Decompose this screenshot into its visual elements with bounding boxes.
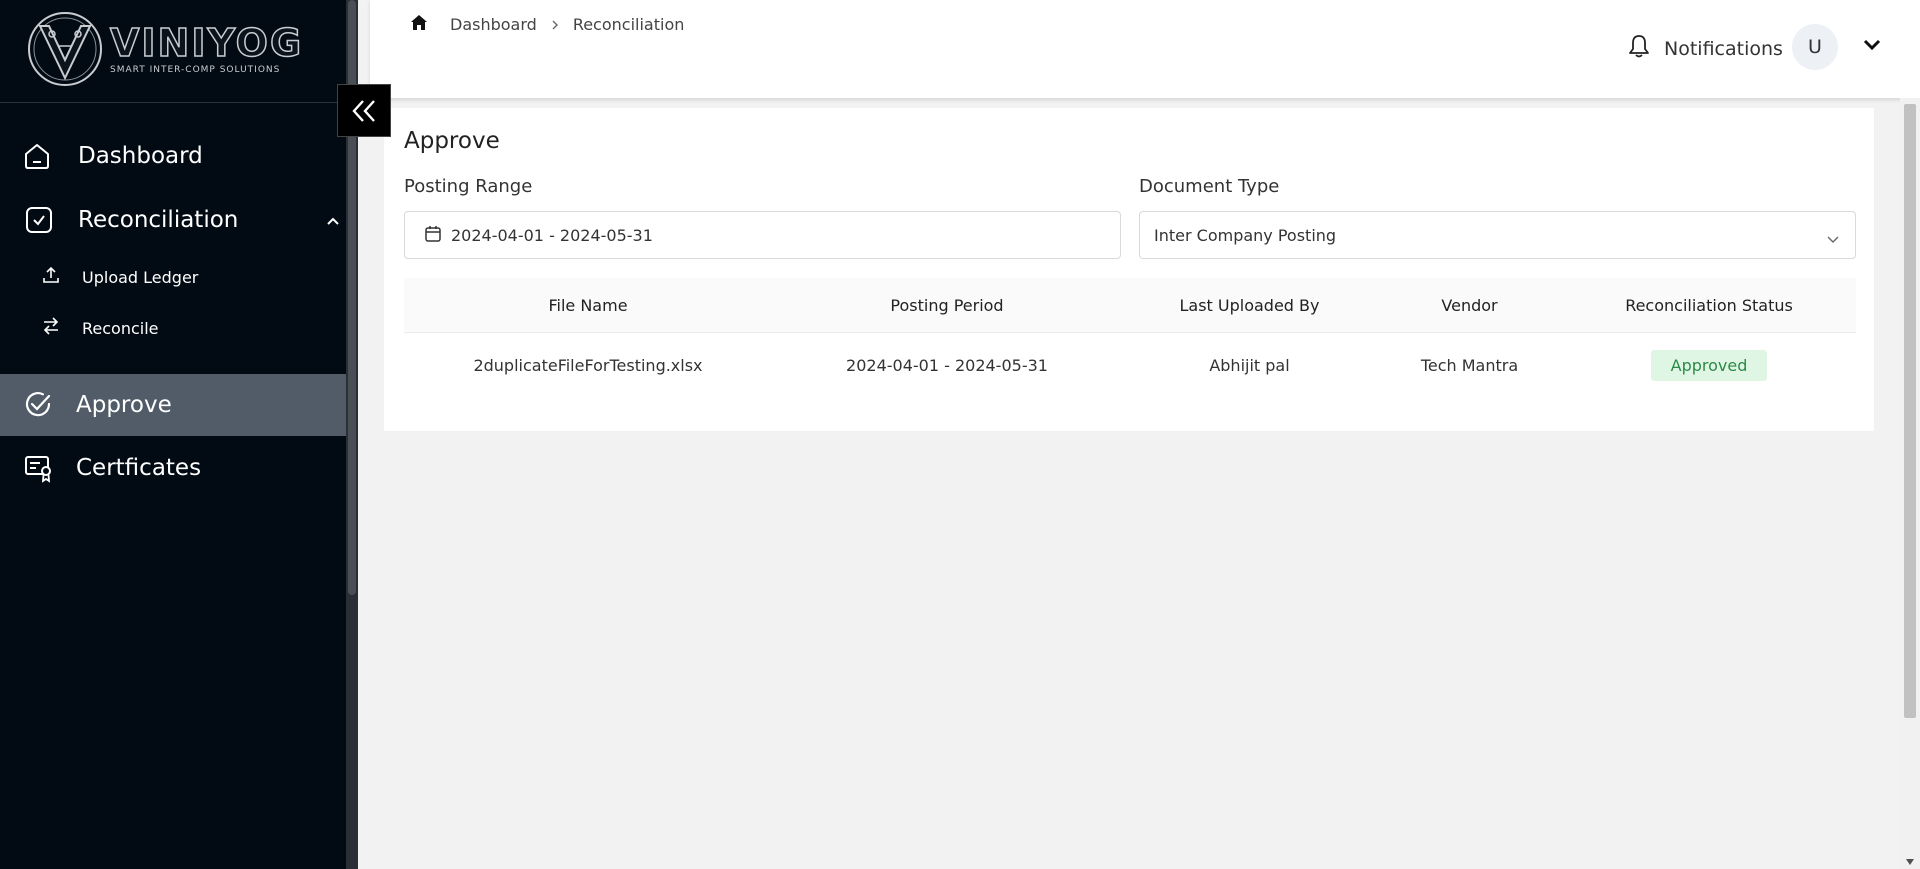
sidebar-item-label: Upload Ledger [82, 267, 199, 287]
breadcrumb-separator-icon [551, 15, 559, 34]
sidebar-item-upload-ledger[interactable]: Upload Ledger [0, 262, 346, 292]
breadcrumb: Dashboard Reconciliation [410, 14, 684, 35]
cell-reconciliation-status: Approved [1562, 349, 1856, 381]
sidebar-item-label: Reconciliation [78, 207, 239, 233]
approve-table: File Name Posting Period Last Uploaded B… [404, 278, 1856, 397]
table-row[interactable]: 2duplicateFileForTesting.xlsx 2024-04-01… [404, 333, 1856, 397]
brand-name: VINIYOG [109, 21, 304, 65]
home-outline-icon [22, 141, 52, 171]
cell-last-uploaded-by: Abhijit pal [1209, 355, 1290, 375]
sidebar-item-dashboard[interactable]: Dashboard [0, 130, 346, 182]
approve-card: Approve Posting Range 2024-04-01 - 2024-… [384, 108, 1874, 431]
scroll-down-icon[interactable] [1906, 859, 1914, 865]
breadcrumb-reconciliation[interactable]: Reconciliation [573, 15, 685, 34]
column-header-vendor[interactable]: Vendor [1377, 296, 1562, 315]
status-badge: Approved [1650, 349, 1768, 381]
chevron-down-icon[interactable] [1862, 37, 1882, 56]
posting-range-value: 2024-04-01 - 2024-05-31 [451, 225, 653, 245]
notifications-button[interactable]: Notifications [1628, 34, 1783, 63]
column-header-last-uploaded-by[interactable]: Last Uploaded By [1122, 296, 1377, 315]
top-header: Dashboard Reconciliation Notifications U [370, 0, 1920, 98]
column-header-posting-period[interactable]: Posting Period [772, 296, 1122, 315]
brand-logo: VINIYOG SMART INTER-COMP SOLUTIONS [26, 10, 306, 88]
notifications-label: Notifications [1664, 37, 1783, 60]
document-type-label: Document Type [1139, 176, 1280, 197]
bell-icon [1628, 34, 1650, 63]
chevron-up-icon[interactable] [326, 211, 340, 230]
sidebar-item-label: Certficates [76, 455, 202, 481]
collapse-sidebar-button[interactable] [337, 84, 391, 137]
calendar-icon [425, 225, 441, 246]
page-title: Approve [404, 128, 500, 154]
divider [0, 102, 346, 103]
column-header-file-name[interactable]: File Name [404, 296, 772, 315]
sidebar-item-reconciliation[interactable]: Reconciliation [0, 194, 346, 246]
main-scrollbar-thumb[interactable] [1904, 104, 1916, 718]
double-chevron-left-icon [352, 99, 375, 122]
sidebar-item-reconcile[interactable]: Reconcile [0, 313, 346, 343]
upload-icon [42, 266, 60, 284]
sidebar-item-label: Reconcile [82, 318, 159, 338]
certificate-icon [24, 453, 54, 483]
cell-vendor: Tech Mantra [1420, 355, 1519, 375]
cell-file-name: 2duplicateFileForTesting.xlsx [473, 355, 703, 375]
avatar-initial: U [1808, 36, 1822, 58]
sidebar: VINIYOG SMART INTER-COMP SOLUTIONS Dashb… [0, 0, 358, 869]
avatar[interactable]: U [1792, 24, 1838, 70]
home-icon[interactable] [410, 14, 428, 35]
check-circle-icon [22, 388, 54, 420]
document-type-value: Inter Company Posting [1154, 225, 1337, 245]
sidebar-item-label: Approve [76, 392, 172, 418]
column-header-reconciliation-status[interactable]: Reconciliation Status [1562, 296, 1856, 315]
sidebar-item-certificates[interactable]: Certficates [0, 442, 346, 494]
brand-tagline: SMART INTER-COMP SOLUTIONS [110, 65, 281, 75]
table-header: File Name Posting Period Last Uploaded B… [404, 278, 1856, 333]
swap-arrows-icon [42, 317, 60, 335]
posting-range-picker[interactable]: 2024-04-01 - 2024-05-31 [404, 211, 1121, 259]
document-type-select[interactable]: Inter Company Posting [1139, 211, 1856, 259]
cell-posting-period: 2024-04-01 - 2024-05-31 [846, 355, 1048, 375]
breadcrumb-dashboard[interactable]: Dashboard [450, 15, 537, 34]
viniyog-logo-icon [28, 12, 102, 86]
sidebar-item-approve[interactable]: Approve [0, 374, 346, 436]
posting-range-label: Posting Range [404, 176, 533, 197]
check-square-icon [24, 205, 54, 235]
main-scrollbar[interactable] [1900, 98, 1920, 869]
chevron-down-icon [1827, 229, 1839, 248]
sidebar-item-label: Dashboard [78, 143, 203, 169]
